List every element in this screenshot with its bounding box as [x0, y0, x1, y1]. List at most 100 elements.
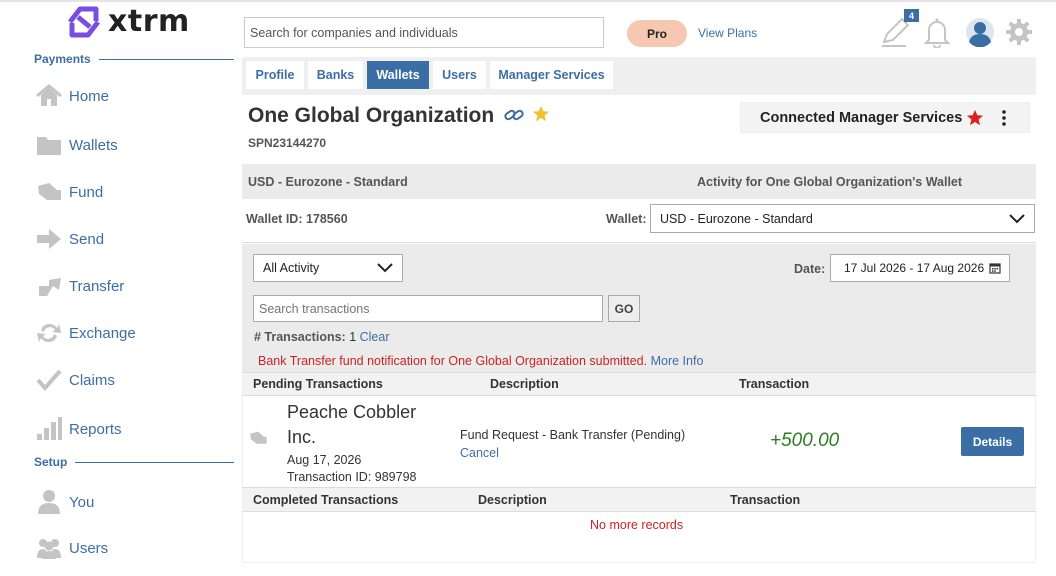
sidebar-item-you[interactable]: You	[34, 489, 94, 515]
notice-text: Bank Transfer fund notification for One …	[258, 354, 648, 368]
bar-chart-icon	[34, 416, 64, 442]
bell-icon	[923, 18, 951, 49]
wallet-activity-title: Activity for One Global Organization's W…	[697, 175, 963, 189]
xtrm-logo-icon	[68, 6, 100, 37]
home-icon	[34, 83, 64, 109]
wallet-name: USD - Eurozone - Standard	[248, 175, 408, 189]
go-button[interactable]: GO	[608, 295, 640, 322]
tab-banks[interactable]: Banks	[308, 61, 363, 89]
pending-header-transaction: Transaction	[739, 377, 810, 391]
sidebar-item-label: Claims	[69, 371, 115, 389]
clear-link[interactable]: Clear	[360, 330, 390, 344]
transaction-count-value: 1	[349, 330, 357, 344]
tab-profile[interactable]: Profile	[246, 61, 304, 89]
sidebar-item-exchange[interactable]: Exchange	[34, 320, 136, 346]
sidebar-item-home[interactable]: Home	[34, 83, 109, 109]
transaction-meta: Aug 17, 2026 Transaction ID: 989798	[287, 452, 416, 486]
more-vertical-icon[interactable]	[998, 108, 1010, 128]
exchange-icon	[34, 320, 64, 346]
transaction-count-label: # Transactions:	[254, 330, 346, 344]
cancel-link[interactable]: Cancel	[460, 444, 685, 462]
sidebar-item-label: Users	[69, 539, 109, 557]
sidebar-item-label: Reports	[69, 420, 122, 438]
sidebar-item-label: Home	[69, 87, 110, 105]
top-border	[0, 0, 1056, 2]
date-range-picker[interactable]: 17 Jul 2026 - 17 Aug 2026	[830, 254, 1010, 282]
sidebar-item-label: You	[69, 493, 95, 511]
counterparty-name: Peache Cobbler Inc.	[287, 400, 416, 450]
completed-header-description: Description	[478, 493, 547, 507]
sidebar-item-send[interactable]: Send	[34, 226, 104, 252]
date-label: Date:	[794, 262, 826, 276]
details-button[interactable]: Details	[961, 427, 1024, 456]
link-icon[interactable]	[504, 107, 524, 123]
organization-id: SPN23144270	[248, 136, 327, 150]
counterparty-name-line1: Peache Cobbler	[287, 402, 417, 422]
completed-header-transaction: Transaction	[730, 493, 801, 507]
organization-name: One Global Organization	[248, 104, 495, 127]
notifications-button[interactable]	[923, 16, 951, 53]
sidebar-item-label: Wallets	[69, 136, 118, 154]
wallet-select-label: Wallet:	[606, 212, 647, 226]
chevron-down-icon	[1009, 213, 1025, 223]
pending-header-title: Pending Transactions	[253, 377, 383, 391]
transaction-count: # Transactions: 1 Clear	[254, 330, 390, 344]
sidebar-item-claims[interactable]: Claims	[34, 367, 115, 393]
folder-icon	[34, 132, 64, 158]
company-search-input[interactable]	[244, 17, 604, 48]
check-icon	[34, 367, 64, 393]
fund-icon	[34, 179, 64, 205]
xtrm-logo[interactable]: xtrm	[66, 4, 190, 39]
description-text: Fund Request - Bank Transfer (Pending)	[460, 428, 686, 442]
wallet-select[interactable]: USD - Eurozone - Standard	[650, 204, 1035, 233]
counterparty-name-line2: Inc.	[287, 427, 317, 447]
sidebar-item-label: Fund	[69, 183, 104, 201]
settings-button[interactable]	[1005, 18, 1033, 51]
sidebar-item-label: Send	[69, 230, 105, 248]
wallet-select-value: USD - Eurozone - Standard	[660, 211, 813, 226]
tab-users[interactable]: Users	[433, 61, 486, 89]
notice-banner: Bank Transfer fund notification for One …	[258, 354, 703, 368]
tab-manager-services[interactable]: Manager Services	[490, 61, 613, 89]
avatar-icon	[966, 18, 994, 48]
organization-title: One Global Organization	[248, 104, 550, 128]
completed-header-title: Completed Transactions	[253, 493, 399, 507]
sidebar-item-wallets[interactable]: Wallets	[34, 132, 118, 158]
setup-section-header: Setup	[34, 455, 234, 469]
more-info-link[interactable]: More Info	[651, 354, 704, 368]
gear-icon	[1006, 19, 1032, 45]
sidebar-item-transfer[interactable]: Transfer	[34, 273, 124, 299]
red-star-icon	[967, 109, 984, 125]
pending-header-description: Description	[490, 377, 559, 391]
sidebar-item-label: Exchange	[69, 324, 136, 342]
pro-badge[interactable]: Pro	[627, 20, 687, 47]
wallet-id: Wallet ID: 178560	[246, 212, 348, 226]
connected-manager-services-box: Connected Manager Services	[740, 102, 1030, 133]
notification-count-badge: 4	[904, 9, 919, 22]
star-icon[interactable]	[532, 105, 550, 123]
connected-manager-services-label: Connected Manager Services	[760, 109, 963, 126]
transaction-search-input[interactable]	[253, 295, 603, 322]
payments-label: Payments	[34, 52, 91, 66]
setup-label: Setup	[34, 455, 68, 469]
calendar-icon	[989, 263, 1001, 274]
person-icon	[34, 489, 64, 515]
users-icon	[34, 535, 64, 561]
sidebar-item-users[interactable]: Users	[34, 535, 108, 561]
arrow-right-icon	[34, 226, 64, 252]
transaction-date: Aug 17, 2026	[287, 453, 362, 467]
activity-filter-select[interactable]: All Activity	[253, 254, 403, 282]
transaction-id: Transaction ID: 989798	[287, 470, 417, 484]
sidebar-item-fund[interactable]: Fund	[34, 179, 103, 205]
profile-tabs: Profile Banks Wallets Users Manager Serv…	[242, 57, 1036, 95]
tab-wallets[interactable]: Wallets	[367, 61, 429, 89]
view-plans-link[interactable]: View Plans	[698, 26, 757, 40]
activity-filter-value: All Activity	[263, 261, 320, 275]
sidebar-item-label: Transfer	[69, 277, 125, 295]
user-avatar-button[interactable]	[965, 17, 995, 52]
fund-icon	[250, 431, 267, 444]
brand-name: xtrm	[108, 4, 190, 39]
no-more-records: No more records	[590, 518, 684, 532]
transaction-description: Fund Request - Bank Transfer (Pending) C…	[460, 426, 685, 462]
sidebar-item-reports[interactable]: Reports	[34, 416, 122, 442]
